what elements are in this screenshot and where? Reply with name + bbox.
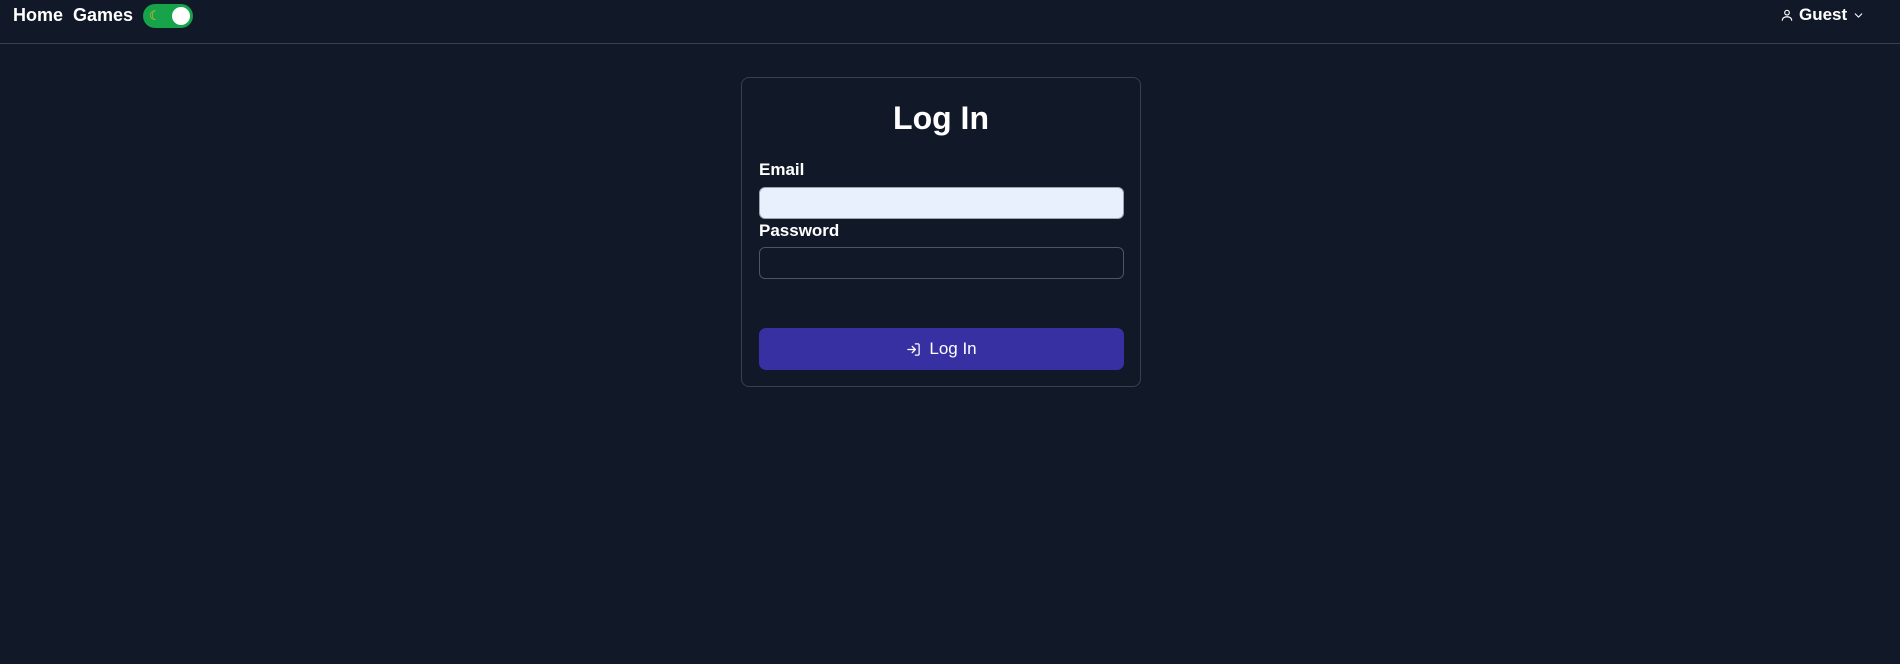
top-navbar: Home Games ☾ Guest [0, 0, 1900, 44]
email-field[interactable] [759, 187, 1124, 219]
moon-icon: ☾ [149, 8, 161, 23]
login-title: Log In [893, 100, 989, 136]
nav-home-link[interactable]: Home [13, 5, 63, 25]
toggle-knob [172, 7, 190, 25]
login-button[interactable]: Log In [759, 328, 1124, 370]
user-menu-label: Guest [1799, 5, 1848, 24]
password-field[interactable] [759, 247, 1124, 279]
user-icon [1780, 8, 1794, 22]
user-menu[interactable]: Guest [1780, 5, 1865, 25]
chevron-down-icon [1852, 9, 1865, 22]
login-button-label: Log In [929, 339, 977, 358]
password-label: Password [759, 221, 840, 240]
nav-games-link[interactable]: Games [73, 5, 133, 25]
theme-toggle[interactable]: ☾ [143, 4, 193, 28]
log-in-icon [906, 342, 921, 357]
email-label: Email [759, 160, 805, 179]
login-card: Log In Email Password Log In [741, 77, 1141, 387]
